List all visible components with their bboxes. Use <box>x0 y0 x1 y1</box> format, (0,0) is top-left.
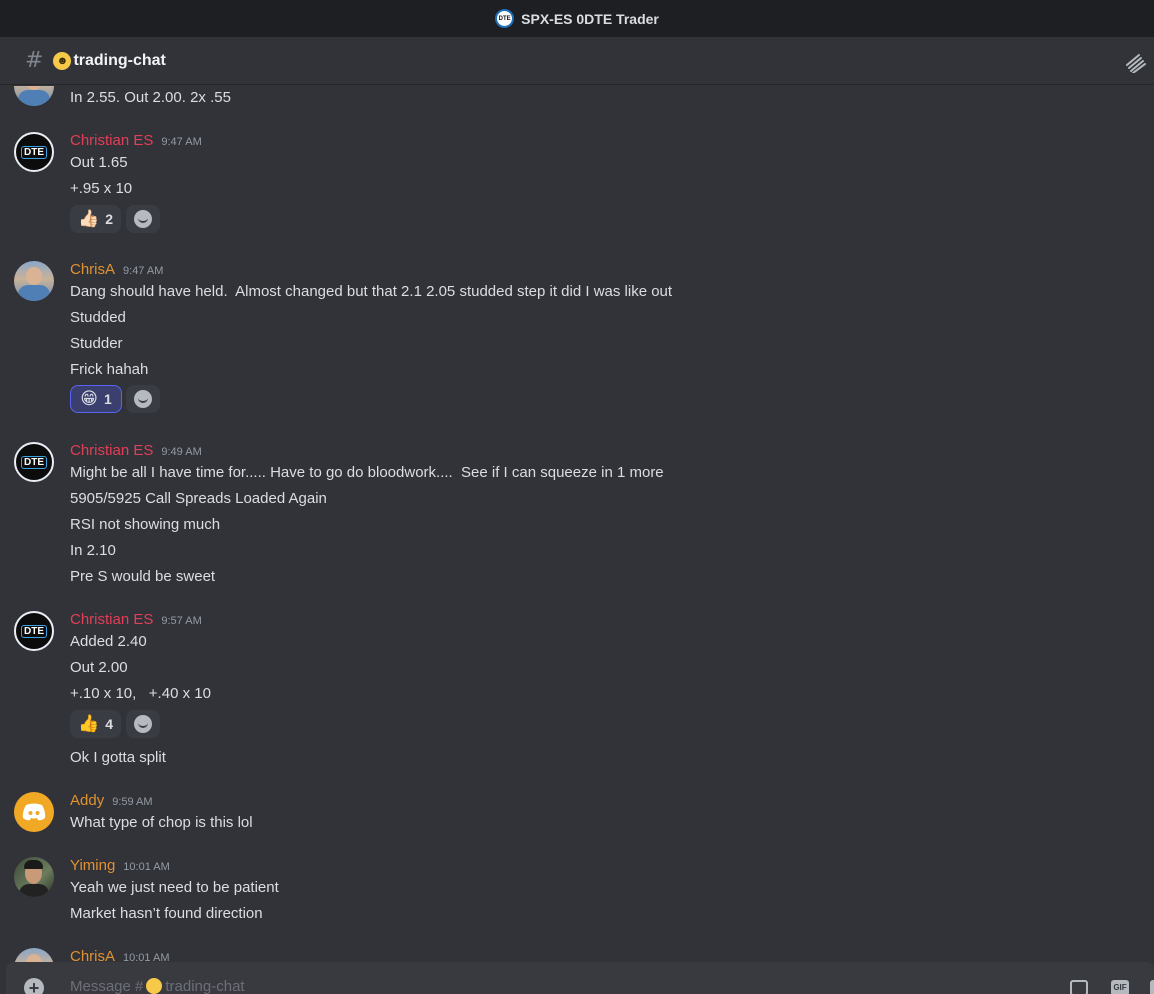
timestamp: 10:01 AM <box>123 861 170 873</box>
message-text: Ok I gotta split <box>70 749 166 766</box>
message-text: 5905/5925 Call Spreads Loaded Again <box>70 490 327 507</box>
avatar-text: DTE <box>21 455 47 469</box>
timestamp: 9:59 AM <box>112 796 153 808</box>
threads-icon[interactable] <box>1124 51 1146 73</box>
username[interactable]: Addy <box>70 792 104 809</box>
message-text: Dang should have held. Almost changed bu… <box>70 283 673 300</box>
username[interactable]: Christian ES <box>70 442 153 459</box>
message-text: In 2.10 <box>70 542 116 559</box>
add-attachment-icon[interactable]: + <box>24 978 44 994</box>
message-text: Studded <box>70 309 126 326</box>
reaction-count: 1 <box>103 391 112 407</box>
username[interactable]: Yiming <box>70 857 115 874</box>
add-reaction-button[interactable] <box>126 710 160 738</box>
message-text: Studder <box>70 335 123 352</box>
user-avatar[interactable] <box>14 261 54 301</box>
channel-header: # ☻ trading-chat <box>0 37 1154 85</box>
user-avatar[interactable] <box>14 857 54 897</box>
message-text: Market hasn’t found direction <box>70 905 263 922</box>
reaction-thumbs-up[interactable]: 👍🏻 2 <box>70 205 121 233</box>
reaction-count: 2 <box>105 211 113 227</box>
timestamp: 9:49 AM <box>161 446 202 458</box>
add-reaction-button[interactable] <box>126 385 160 413</box>
message-text: Pre S would be sweet <box>70 568 216 585</box>
reaction-grin[interactable]: 😁 1 <box>70 385 122 413</box>
placeholder-prefix: Message # <box>70 978 144 994</box>
message-text: Out 2.00 <box>70 659 128 676</box>
message-text: In 2.55. Out 2.00. 2x .55 <box>70 89 231 106</box>
reaction-thumbs-up[interactable]: 👍 4 <box>70 710 121 738</box>
channel-name: trading-chat <box>73 51 166 69</box>
avatar-text: DTE <box>21 145 47 159</box>
username[interactable]: ChrisA <box>70 948 115 962</box>
message-text: What type of chop is this lol <box>70 814 253 831</box>
message-text: Added 2.40 <box>70 633 147 650</box>
message-text: Might be all I have time for..... Have t… <box>70 464 664 481</box>
message-text: +.95 x 10 <box>70 180 133 197</box>
grinning-face-emoji-icon: ☻ <box>53 51 72 70</box>
username[interactable]: ChrisA <box>70 261 115 278</box>
sticker-icon[interactable] <box>1150 980 1154 994</box>
timestamp: 9:47 AM <box>123 265 164 277</box>
timestamp: 9:57 AM <box>161 615 202 627</box>
message-text: RSI not showing much <box>70 516 221 533</box>
thumbs-up-icon: 👍🏻 <box>78 209 100 229</box>
avatar-text: DTE <box>21 624 47 638</box>
window-title: SPX-ES 0DTE Trader <box>521 10 659 27</box>
message-composer[interactable]: + Message # trading-chat GIF <box>6 962 1154 994</box>
server-logo-text: DTE <box>498 15 511 22</box>
user-avatar[interactable]: DTE <box>14 611 54 651</box>
message-input[interactable]: Message # trading-chat <box>70 978 245 994</box>
user-avatar[interactable] <box>14 948 54 962</box>
username[interactable]: Christian ES <box>70 132 153 149</box>
add-reaction-icon <box>134 715 152 733</box>
thumbs-up-icon: 👍 <box>78 714 100 734</box>
add-reaction-button[interactable] <box>126 205 160 233</box>
window-titlebar: DTE SPX-ES 0DTE Trader <box>0 0 1154 37</box>
user-avatar[interactable]: DTE <box>14 132 54 172</box>
timestamp: 9:47 AM <box>161 136 202 148</box>
message-text: Yeah we just need to be patient <box>70 879 279 896</box>
message-text: Frick hahah <box>70 361 149 378</box>
message-list: In 2.55. Out 2.00. 2x .55 DTE Christian … <box>0 86 1154 962</box>
grinning-face-emoji-icon <box>146 978 163 994</box>
gif-button[interactable]: GIF <box>1111 980 1129 994</box>
server-logo-icon: DTE <box>495 9 515 28</box>
username[interactable]: Christian ES <box>70 611 153 628</box>
placeholder-channel: trading-chat <box>165 978 245 994</box>
grinning-face-icon: 😁 <box>80 389 98 409</box>
reaction-count: 4 <box>105 716 113 732</box>
user-avatar[interactable]: DTE <box>14 442 54 482</box>
user-avatar[interactable] <box>14 86 54 106</box>
hash-icon: # <box>25 48 44 73</box>
add-reaction-icon <box>134 210 152 228</box>
discord-logo-icon <box>22 803 46 821</box>
user-avatar[interactable] <box>14 792 54 832</box>
timestamp: 10:01 AM <box>123 952 170 962</box>
gift-icon[interactable] <box>1070 980 1088 994</box>
add-reaction-icon <box>134 390 152 408</box>
message-text: +.10 x 10, +.40 x 10 <box>70 685 211 702</box>
message-text: Out 1.65 <box>70 154 128 171</box>
